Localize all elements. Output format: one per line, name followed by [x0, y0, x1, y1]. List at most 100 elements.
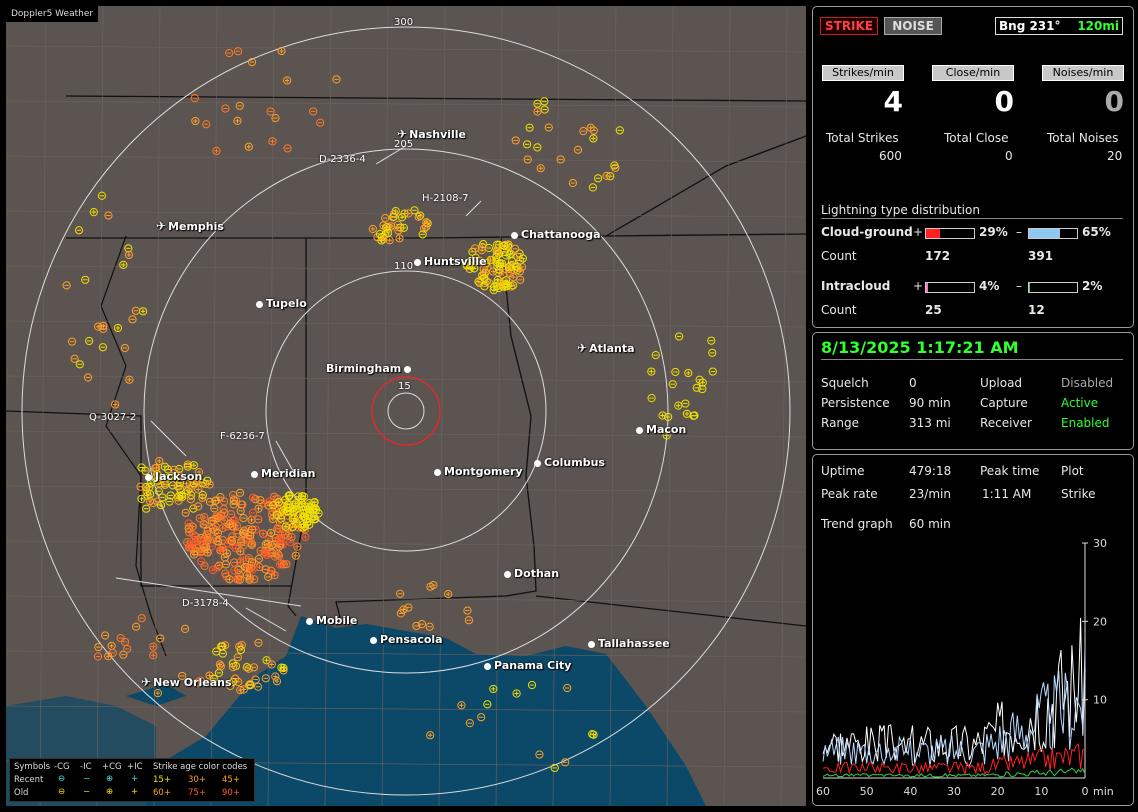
plus-sign: +	[913, 279, 924, 293]
trend-graph-value[interactable]: 60 min	[909, 517, 951, 531]
ic-negative-bar	[1028, 282, 1078, 293]
neg-ic-recent-icon: −	[83, 774, 91, 784]
city-tallahassee: Tallahassee	[588, 637, 670, 650]
age-75: 75+	[188, 788, 206, 798]
storm-track-label[interactable]: H-2108-7	[422, 193, 469, 204]
plus-sign: +	[913, 225, 924, 239]
legend-symbols-label: Symbols	[14, 762, 51, 772]
city-dot-icon	[588, 640, 595, 648]
close-per-min-button[interactable]: Close/min	[932, 65, 1014, 81]
city-meridian: Meridian	[251, 467, 316, 480]
upload-label: Upload	[980, 376, 1023, 390]
x-tick-label: 0	[1082, 785, 1089, 798]
cg-positive-pct: 29%	[979, 225, 1008, 239]
total-strikes-label: Total Strikes	[826, 131, 899, 145]
capture-label: Capture	[980, 396, 1028, 410]
capture-value[interactable]: Active	[1061, 396, 1098, 410]
city-mobile: Mobile	[306, 614, 357, 627]
cloud-ground-label: Cloud-ground	[821, 225, 913, 239]
city-nashville: ✈ Nashville	[397, 127, 467, 141]
ic-negative-count: 12	[1028, 303, 1045, 317]
city-dot-icon	[145, 473, 152, 481]
persistence-value[interactable]: 90 min	[909, 396, 951, 410]
receiver-value[interactable]: Enabled	[1061, 416, 1110, 430]
squelch-value[interactable]: 0	[909, 376, 917, 390]
ic-positive-count: 25	[925, 303, 942, 317]
city-dot-icon	[370, 636, 377, 644]
ic-positive-bar	[925, 282, 975, 293]
map-title: Doppler5 Weather	[6, 6, 99, 22]
lightning-map[interactable]: Doppler5 Weather 300 205 110 15 ✈ Nashvil…	[6, 6, 806, 806]
x-tick-label: 40	[903, 785, 917, 798]
trend-graph: 30 20 10 60 50 40 30 20 10 0 min	[816, 537, 1114, 798]
noise-button[interactable]: NOISE	[884, 17, 942, 35]
airport-icon: ✈	[141, 675, 152, 689]
neg-cg-recent-icon: ⊖	[58, 774, 66, 784]
storm-track-label[interactable]: F-6236-7	[220, 431, 265, 442]
peak-time-value: 1:11 AM	[982, 487, 1032, 501]
trend-series-line	[822, 617, 1086, 764]
x-tick-label: 10	[1034, 785, 1048, 798]
city-huntsville: Huntsville	[414, 255, 487, 268]
legend-pos-ic: +IC	[127, 762, 143, 772]
city-dot-icon	[414, 258, 421, 266]
storm-track-label[interactable]: Q-3027-2	[89, 412, 136, 423]
city-dot-icon	[251, 470, 258, 478]
city-birmingham: Birmingham	[326, 362, 414, 375]
cg-positive-count: 172	[925, 249, 951, 263]
y-tick-label: 30	[1093, 537, 1107, 550]
x-tick-label: 30	[947, 785, 961, 798]
cg-negative-bar	[1028, 228, 1078, 239]
x-tick-label: 20	[991, 785, 1005, 798]
y-tick-label: 10	[1093, 694, 1107, 707]
storm-track-label[interactable]: D-3178-4	[182, 598, 229, 609]
city-chattanooga: Chattanooga	[511, 228, 601, 241]
uptime-value: 479:18	[909, 464, 952, 478]
minus-sign: –	[1016, 225, 1022, 239]
range-ring-label: 300	[394, 17, 414, 28]
range-label: Range	[821, 416, 860, 430]
peak-rate-value: 23/min	[909, 487, 951, 501]
strikes-per-min-button[interactable]: Strikes/min	[822, 65, 904, 81]
strike-button[interactable]: STRIKE	[820, 17, 878, 35]
age-15: 15+	[153, 775, 171, 785]
airport-icon: ✈	[397, 127, 408, 141]
close-per-min-value: 0	[994, 85, 1014, 118]
range-ring-label: 15	[398, 381, 411, 392]
city-new-orleans: ✈ New Orleans	[141, 675, 232, 689]
pos-ic-old-icon: +	[131, 787, 139, 797]
city-panama-city: Panama City	[484, 659, 571, 672]
bearing-readout: Bng 231° 120mi	[995, 17, 1123, 35]
plot-value[interactable]: Strike	[1061, 487, 1096, 501]
persistence-label: Persistence	[821, 396, 890, 410]
peak-rate-label: Peak rate	[821, 487, 878, 501]
city-dot-icon	[404, 365, 412, 373]
bearing-value: Bng 231°	[999, 19, 1061, 33]
x-tick-label: 50	[860, 785, 874, 798]
map-canvas[interactable]	[6, 6, 806, 806]
noises-per-min-button[interactable]: Noises/min	[1042, 65, 1124, 81]
storm-track-label[interactable]: D-2336-4	[319, 154, 366, 165]
city-dot-icon	[636, 426, 643, 434]
cg-negative-pct: 65%	[1082, 225, 1111, 239]
cg-negative-fill	[1029, 229, 1061, 238]
neg-cg-old-icon: ⊖	[58, 787, 66, 797]
total-strikes-value: 600	[879, 149, 902, 163]
trend-graph-label: Trend graph	[821, 517, 893, 531]
neg-ic-old-icon: −	[83, 787, 91, 797]
cg-positive-bar	[925, 228, 975, 239]
city-columbus: Columbus	[534, 456, 605, 469]
upload-value[interactable]: Disabled	[1061, 376, 1113, 390]
city-pensacola: Pensacola	[370, 633, 443, 646]
city-macon: Macon	[636, 423, 686, 436]
pos-ic-recent-icon: +	[131, 774, 139, 784]
ic-count-label: Count	[821, 303, 857, 317]
total-close-label: Total Close	[944, 131, 1009, 145]
cg-negative-count: 391	[1028, 249, 1054, 263]
ic-positive-fill	[926, 283, 928, 292]
divider	[821, 218, 1123, 219]
divider	[821, 359, 1123, 360]
range-value[interactable]: 313 mi	[909, 416, 951, 430]
city-dot-icon	[306, 617, 313, 625]
pos-cg-recent-icon: ⊕	[106, 774, 114, 784]
